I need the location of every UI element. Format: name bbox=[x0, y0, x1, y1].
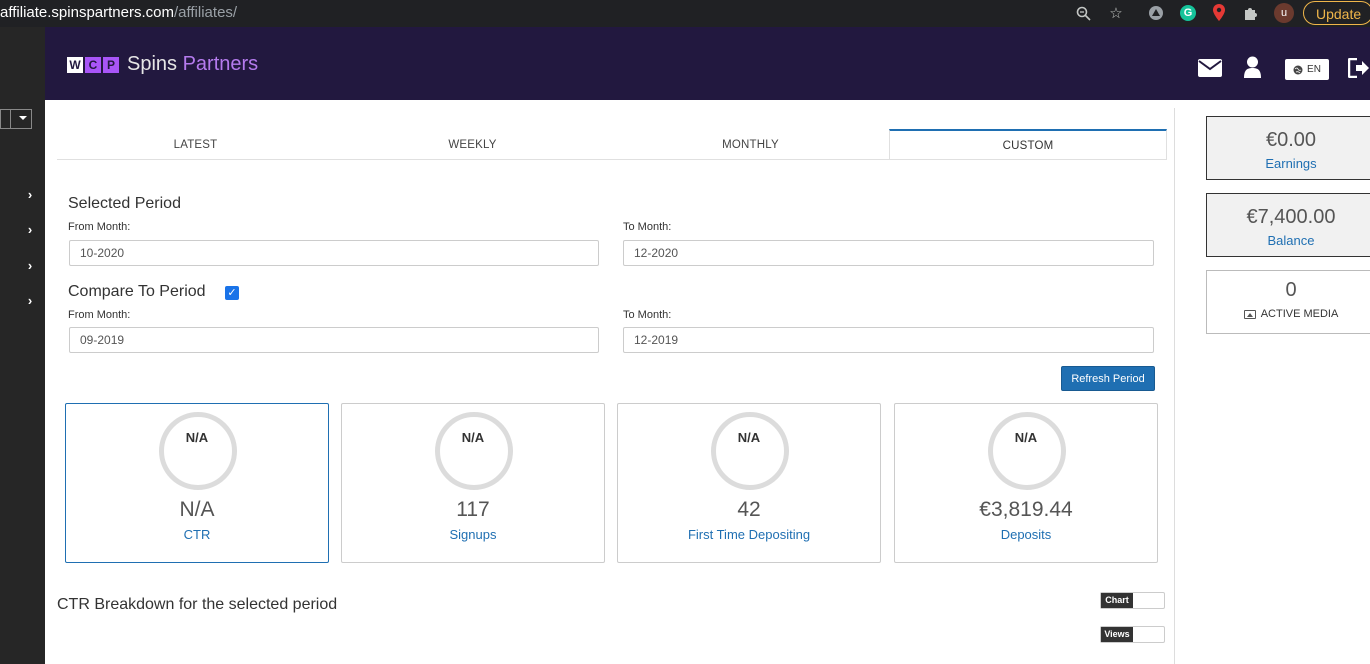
tab-latest[interactable]: LATEST bbox=[57, 129, 334, 158]
ring-label: N/A bbox=[185, 430, 209, 445]
brand-word-1: Spins bbox=[127, 53, 178, 75]
stat-label[interactable]: Signups bbox=[342, 527, 604, 542]
ring-label: N/A bbox=[737, 430, 761, 445]
compare-from-month-input[interactable]: 09-2019 bbox=[69, 327, 599, 353]
chevron-right-icon[interactable]: › bbox=[24, 293, 36, 308]
browser-toolbar: affiliate.spinspartners.com/affiliates/ … bbox=[0, 0, 1370, 27]
views-toggle[interactable]: Views bbox=[1100, 626, 1165, 643]
tab-weekly[interactable]: WEEKLY bbox=[334, 129, 611, 158]
stat-label[interactable]: CTR bbox=[66, 527, 328, 542]
logo-mark: W C P bbox=[67, 56, 119, 73]
period-tabs: LATEST WEEKLY MONTHLY CUSTOM bbox=[57, 129, 1167, 160]
stat-card-first-time-depositing[interactable]: N/A 42 First Time Depositing bbox=[617, 403, 881, 563]
user-icon[interactable] bbox=[1244, 56, 1261, 83]
globe-icon bbox=[1293, 65, 1303, 74]
language-label: EN bbox=[1307, 64, 1321, 75]
compare-period-title: Compare To Period bbox=[68, 283, 206, 300]
tab-custom[interactable]: CUSTOM bbox=[889, 129, 1167, 159]
logout-icon[interactable] bbox=[1347, 57, 1370, 83]
stat-card-deposits[interactable]: N/A €3,819.44 Deposits bbox=[894, 403, 1158, 563]
extension-icon[interactable] bbox=[1147, 4, 1165, 22]
breakdown-title: CTR Breakdown for the selected period bbox=[57, 596, 338, 613]
brand-name: Spins Partners bbox=[127, 53, 258, 76]
refresh-period-button[interactable]: Refresh Period bbox=[1061, 366, 1155, 391]
chevron-right-icon[interactable]: › bbox=[24, 222, 36, 237]
ring-label: N/A bbox=[461, 430, 485, 445]
progress-ring bbox=[711, 412, 789, 490]
puzzle-extensions-icon[interactable] bbox=[1242, 4, 1260, 22]
image-icon bbox=[1243, 309, 1256, 319]
column-divider bbox=[1174, 108, 1175, 664]
active-media-row: ACTIVE MEDIA bbox=[1207, 308, 1370, 320]
to-month-label: To Month: bbox=[623, 221, 672, 233]
balance-value: €7,400.00 bbox=[1246, 206, 1336, 228]
sidebar-select[interactable] bbox=[0, 109, 32, 129]
site-header: W C P Spins Partners EN bbox=[45, 27, 1370, 100]
bookmark-star-icon[interactable]: ☆ bbox=[1107, 4, 1125, 22]
chart-toggle[interactable]: Chart bbox=[1100, 592, 1165, 609]
update-button[interactable]: Update bbox=[1303, 1, 1370, 25]
chevron-right-icon[interactable]: › bbox=[24, 187, 36, 202]
ring-label: N/A bbox=[1014, 430, 1038, 445]
logo-letter: P bbox=[103, 56, 119, 73]
toggle-label: Chart bbox=[1101, 593, 1133, 608]
left-sidebar: › › › › bbox=[0, 27, 45, 664]
progress-ring bbox=[988, 412, 1066, 490]
caret-down-icon bbox=[19, 116, 27, 120]
tab-monthly[interactable]: MONTHLY bbox=[612, 129, 889, 158]
from-month-input[interactable]: 10-2020 bbox=[69, 240, 599, 266]
logo-letter: C bbox=[85, 56, 101, 73]
balance-label[interactable]: Balance bbox=[1207, 233, 1370, 248]
logo-letter: W bbox=[67, 56, 83, 73]
location-pin-icon[interactable] bbox=[1213, 4, 1225, 21]
address-bar[interactable]: affiliate.spinspartners.com/affiliates/ bbox=[0, 4, 237, 21]
language-button[interactable]: EN bbox=[1285, 59, 1329, 80]
compare-from-month-label: From Month: bbox=[68, 309, 131, 321]
stat-label[interactable]: Deposits bbox=[895, 527, 1157, 542]
zoom-icon[interactable] bbox=[1074, 4, 1092, 22]
to-month-input[interactable]: 12-2020 bbox=[623, 240, 1154, 266]
url-path: /affiliates/ bbox=[173, 4, 238, 21]
brand-word-2: Partners bbox=[182, 53, 259, 75]
stat-value: €3,819.44 bbox=[979, 498, 1073, 521]
mail-icon[interactable] bbox=[1198, 59, 1222, 82]
grammarly-icon[interactable]: G bbox=[1180, 5, 1196, 21]
from-month-label: From Month: bbox=[68, 221, 131, 233]
stat-label[interactable]: First Time Depositing bbox=[618, 527, 880, 542]
chevron-right-icon[interactable]: › bbox=[24, 258, 36, 273]
active-media-label: ACTIVE MEDIA bbox=[1260, 308, 1339, 320]
balance-box: €7,400.00 Balance bbox=[1206, 193, 1370, 257]
brand-logo[interactable]: W C P Spins Partners bbox=[67, 53, 258, 76]
progress-ring bbox=[435, 412, 513, 490]
stat-value: 42 bbox=[737, 498, 761, 521]
earnings-value: €0.00 bbox=[1265, 129, 1317, 151]
stat-card-ctr[interactable]: N/A N/A CTR bbox=[65, 403, 329, 563]
progress-ring bbox=[159, 412, 237, 490]
select-divider bbox=[10, 110, 11, 128]
earnings-label[interactable]: Earnings bbox=[1207, 156, 1370, 171]
active-media-value: 0 bbox=[1285, 279, 1297, 301]
compare-to-month-label: To Month: bbox=[623, 309, 672, 321]
compare-period-checkbox[interactable]: ✓ bbox=[225, 286, 239, 300]
earnings-box: €0.00 Earnings bbox=[1206, 116, 1370, 180]
stat-value: N/A bbox=[179, 498, 215, 521]
compare-to-month-input[interactable]: 12-2019 bbox=[623, 327, 1154, 353]
url-host: affiliate.spinspartners.com bbox=[0, 4, 174, 21]
profile-avatar[interactable]: u bbox=[1274, 3, 1294, 23]
toggle-label: Views bbox=[1101, 627, 1133, 642]
stat-card-signups[interactable]: N/A 117 Signups bbox=[341, 403, 605, 563]
stat-value: 117 bbox=[456, 498, 490, 521]
active-media-box: 0 ACTIVE MEDIA bbox=[1206, 270, 1370, 334]
selected-period-title: Selected Period bbox=[68, 195, 181, 212]
